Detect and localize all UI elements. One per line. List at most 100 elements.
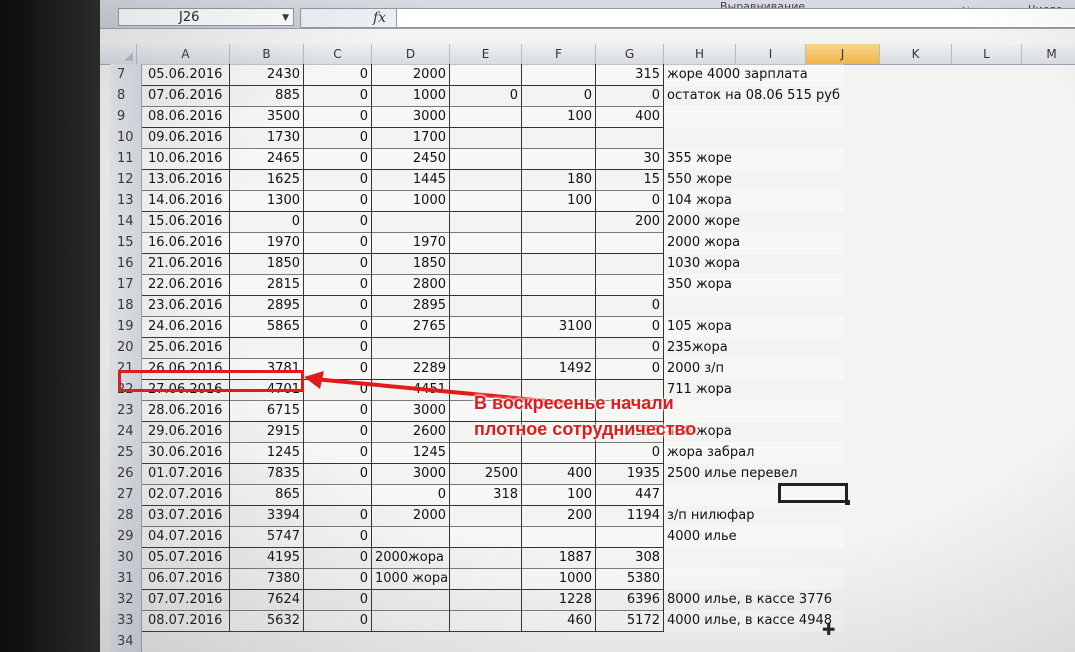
row-header[interactable]: 9 bbox=[110, 106, 142, 128]
cell-d25[interactable]: 1245 bbox=[372, 442, 450, 464]
cell-d32[interactable] bbox=[372, 589, 450, 611]
cell-g28[interactable]: 1194 bbox=[596, 505, 664, 527]
insert-function-icon[interactable]: fx bbox=[373, 9, 386, 27]
row-header[interactable]: 31 bbox=[110, 568, 142, 590]
cell-d28[interactable]: 2000 bbox=[372, 505, 450, 527]
cell-f8[interactable]: 0 bbox=[522, 85, 596, 107]
cell-a30[interactable]: 05.07.2016 bbox=[142, 547, 230, 569]
cell-h18[interactable] bbox=[664, 295, 844, 317]
cell-d29[interactable] bbox=[372, 526, 450, 548]
cell-c33[interactable]: 0 bbox=[304, 610, 372, 632]
cell-a34[interactable] bbox=[142, 631, 230, 652]
row-header[interactable]: 14 bbox=[110, 211, 142, 233]
cell-c25[interactable]: 0 bbox=[304, 442, 372, 464]
cell-e31[interactable] bbox=[450, 568, 522, 590]
cell-c28[interactable]: 0 bbox=[304, 505, 372, 527]
cell-a29[interactable]: 04.07.2016 bbox=[142, 526, 230, 548]
row-header[interactable]: 10 bbox=[110, 127, 142, 149]
cell-d12[interactable]: 1445 bbox=[372, 169, 450, 191]
cell-g10[interactable] bbox=[596, 127, 664, 149]
row-header[interactable]: 13 bbox=[110, 190, 142, 212]
cell-b7[interactable]: 2430 bbox=[230, 64, 304, 86]
cell-g20[interactable]: 0 bbox=[596, 337, 664, 359]
cell-f18[interactable] bbox=[522, 295, 596, 317]
row-header[interactable]: 16 bbox=[110, 253, 142, 275]
cell-f31[interactable]: 1000 bbox=[522, 568, 596, 590]
cell-c34[interactable] bbox=[304, 631, 372, 652]
cell-e20[interactable] bbox=[450, 337, 522, 359]
cell-b20[interactable] bbox=[230, 337, 304, 359]
cell-g29[interactable] bbox=[596, 526, 664, 548]
cell-f7[interactable] bbox=[522, 64, 596, 86]
cell-h30[interactable] bbox=[664, 547, 844, 569]
cell-d19[interactable]: 2765 bbox=[372, 316, 450, 338]
cell-f29[interactable] bbox=[522, 526, 596, 548]
cell-a8[interactable]: 07.06.2016 bbox=[142, 85, 230, 107]
cell-g9[interactable]: 400 bbox=[596, 106, 664, 128]
column-header-i[interactable]: I bbox=[736, 44, 806, 64]
cell-e25[interactable] bbox=[450, 442, 522, 464]
cell-c31[interactable]: 0 bbox=[304, 568, 372, 590]
cell-a18[interactable]: 23.06.2016 bbox=[142, 295, 230, 317]
cell-d15[interactable]: 1970 bbox=[372, 232, 450, 254]
cell-f30[interactable]: 1887 bbox=[522, 547, 596, 569]
cell-d16[interactable]: 1850 bbox=[372, 253, 450, 275]
cell-e27[interactable]: 318 bbox=[450, 484, 522, 506]
cell-e13[interactable] bbox=[450, 190, 522, 212]
cell-a10[interactable]: 09.06.2016 bbox=[142, 127, 230, 149]
cell-f14[interactable] bbox=[522, 211, 596, 233]
row-header[interactable]: 7 bbox=[110, 64, 142, 86]
cell-h16[interactable]: 1030 жора bbox=[664, 253, 844, 275]
cell-b11[interactable]: 2465 bbox=[230, 148, 304, 170]
cell-f13[interactable]: 100 bbox=[522, 190, 596, 212]
cell-c10[interactable]: 0 bbox=[304, 127, 372, 149]
cell-b32[interactable]: 7624 bbox=[230, 589, 304, 611]
cell-a33[interactable]: 08.07.2016 bbox=[142, 610, 230, 632]
cell-g16[interactable] bbox=[596, 253, 664, 275]
row-header[interactable]: 26 bbox=[110, 463, 142, 485]
cell-b9[interactable]: 3500 bbox=[230, 106, 304, 128]
column-header-m[interactable]: M bbox=[1022, 44, 1075, 64]
cell-b28[interactable]: 3394 bbox=[230, 505, 304, 527]
cell-c14[interactable]: 0 bbox=[304, 211, 372, 233]
cell-h34[interactable] bbox=[664, 631, 844, 652]
row-header[interactable]: 17 bbox=[110, 274, 142, 296]
cell-g17[interactable] bbox=[596, 274, 664, 296]
row-header[interactable]: 28 bbox=[110, 505, 142, 527]
cell-f25[interactable] bbox=[522, 442, 596, 464]
row-header[interactable]: 8 bbox=[110, 85, 142, 107]
cell-e29[interactable] bbox=[450, 526, 522, 548]
row-header[interactable]: 27 bbox=[110, 484, 142, 506]
cell-d7[interactable]: 2000 bbox=[372, 64, 450, 86]
cell-g34[interactable] bbox=[596, 631, 664, 652]
cell-c29[interactable]: 0 bbox=[304, 526, 372, 548]
cell-b15[interactable]: 1970 bbox=[230, 232, 304, 254]
cell-b16[interactable]: 1850 bbox=[230, 253, 304, 275]
cell-b29[interactable]: 5747 bbox=[230, 526, 304, 548]
cell-b14[interactable]: 0 bbox=[230, 211, 304, 233]
cell-b24[interactable]: 2915 bbox=[230, 421, 304, 443]
cell-f16[interactable] bbox=[522, 253, 596, 275]
cell-d8[interactable]: 1000 bbox=[372, 85, 450, 107]
cell-b27[interactable]: 865 bbox=[230, 484, 304, 506]
cell-e14[interactable] bbox=[450, 211, 522, 233]
cell-d24[interactable]: 2600 bbox=[372, 421, 450, 443]
select-all-button[interactable] bbox=[110, 44, 137, 64]
cell-f34[interactable] bbox=[522, 631, 596, 652]
cell-h9[interactable] bbox=[664, 106, 844, 128]
cell-h20[interactable]: 235жора bbox=[664, 337, 844, 359]
row-header[interactable]: 30 bbox=[110, 547, 142, 569]
column-header-b[interactable]: B bbox=[230, 44, 304, 64]
cell-c8[interactable]: 0 bbox=[304, 85, 372, 107]
cell-d10[interactable]: 1700 bbox=[372, 127, 450, 149]
cell-g15[interactable] bbox=[596, 232, 664, 254]
cell-a13[interactable]: 14.06.2016 bbox=[142, 190, 230, 212]
cell-d26[interactable]: 3000 bbox=[372, 463, 450, 485]
cell-e15[interactable] bbox=[450, 232, 522, 254]
cell-b33[interactable]: 5632 bbox=[230, 610, 304, 632]
row-header[interactable]: 25 bbox=[110, 442, 142, 464]
cell-f32[interactable]: 1228 bbox=[522, 589, 596, 611]
row-header[interactable]: 20 bbox=[110, 337, 142, 359]
cell-f28[interactable]: 200 bbox=[522, 505, 596, 527]
cell-e8[interactable]: 0 bbox=[450, 85, 522, 107]
